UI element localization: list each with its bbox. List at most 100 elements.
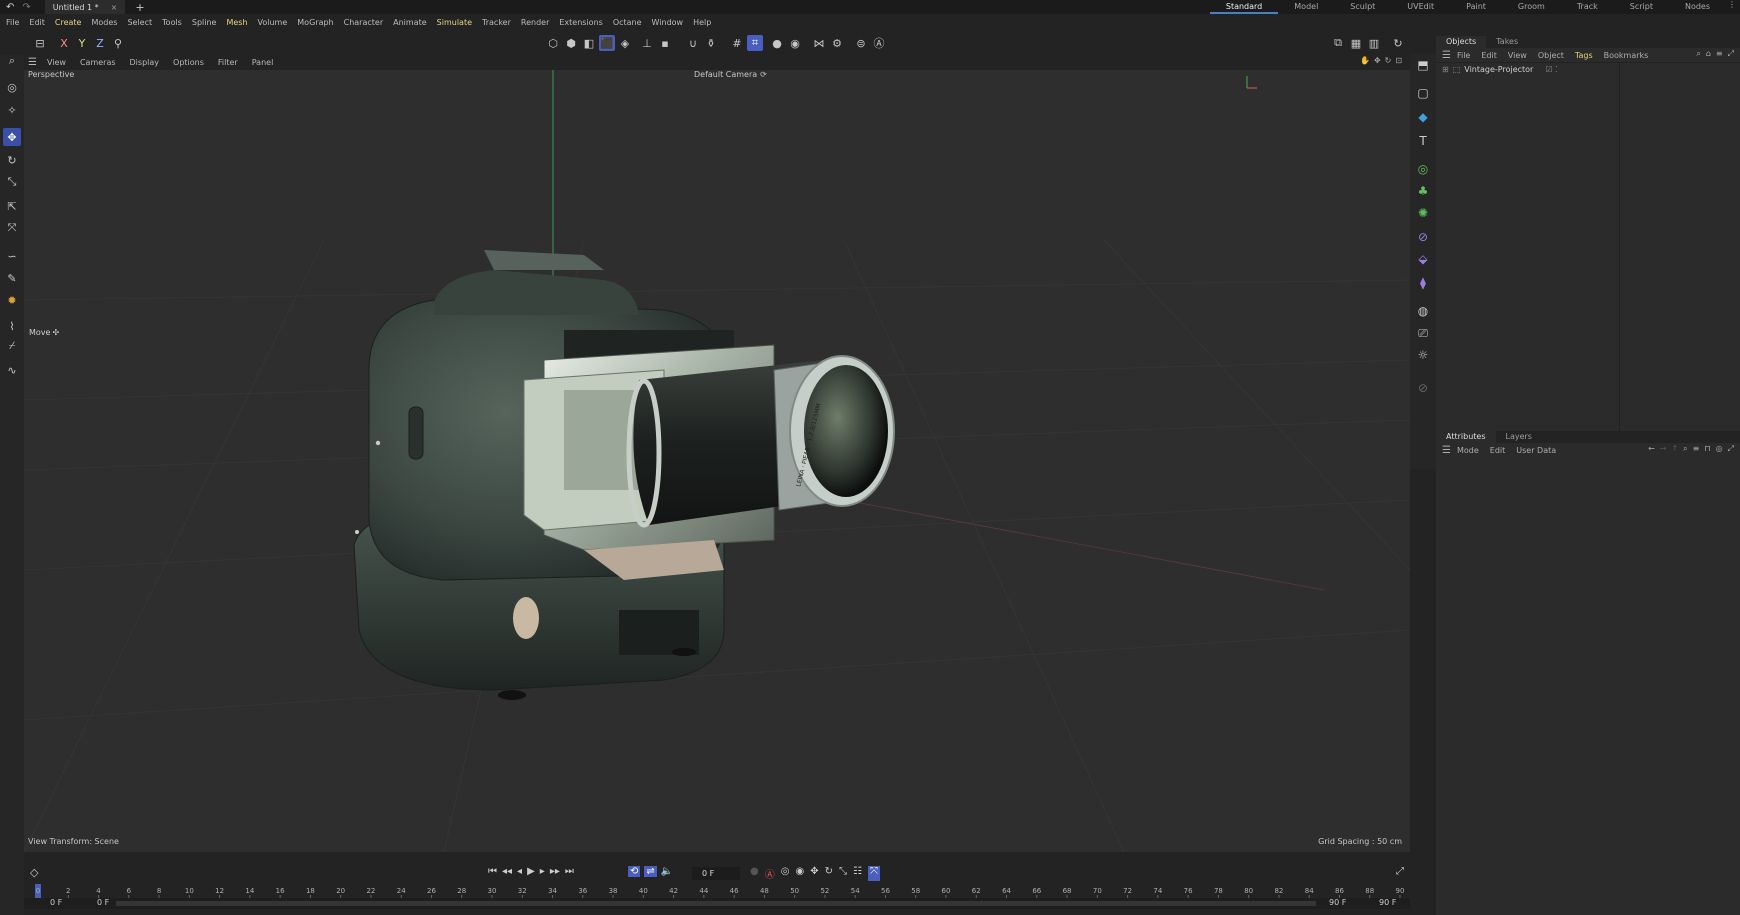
axis-x-button[interactable]: X [56,35,72,51]
menu-volume[interactable]: Volume [258,18,288,27]
menu-extensions[interactable]: Extensions [559,18,602,27]
autokey-icon[interactable]: Ⓐ [765,866,775,881]
menu-modes[interactable]: Modes [91,18,117,27]
filter-icon[interactable]: ≡ [1693,444,1700,454]
ping-pong-icon[interactable]: ⇌ [644,866,657,877]
objects-menu-view[interactable]: View [1508,51,1527,60]
record-keys-icon[interactable]: ◎ [781,866,790,881]
menu-simulate[interactable]: Simulate [437,18,472,27]
tab-layers[interactable]: Layers [1496,431,1542,443]
objects-menu-bookmarks[interactable]: Bookmarks [1604,51,1649,60]
viewport-menu-cameras[interactable]: Cameras [80,58,116,67]
texture-mode-icon[interactable]: ◈ [617,35,633,51]
viewport-menu-view[interactable]: View [47,58,66,67]
attributes-menu-edit[interactable]: Edit [1490,446,1506,455]
environment-icon[interactable]: ◍ [1414,302,1432,320]
attributes-menu-mode[interactable]: Mode [1457,446,1479,455]
transform-tool-icon[interactable]: ⇱ [3,197,21,215]
move-tool-icon[interactable]: ✥ [3,128,21,146]
coordinate-system-icon[interactable]: ⚲ [110,35,126,51]
menu-mograph[interactable]: MoGraph [297,18,333,27]
expand-icon[interactable]: ⤢ [1728,49,1734,59]
workspace-tab-script[interactable]: Script [1614,0,1669,14]
workspace-tab-paint[interactable]: Paint [1450,0,1502,14]
pla-key-icon[interactable]: ⤧ [867,866,880,881]
menu-tools[interactable]: Tools [162,18,182,27]
end-frame-label[interactable]: 90 F [1329,898,1346,907]
workspace-tab-model[interactable]: Model [1278,0,1334,14]
viewport-menu-panel[interactable]: Panel [252,58,274,67]
forward-arrow-icon[interactable]: → [1660,444,1667,454]
menu-render[interactable]: Render [521,18,549,27]
effector-icon[interactable]: ✺ [1414,204,1432,222]
new-window-icon[interactable]: ◎ [1716,444,1723,454]
settings-gear-icon[interactable]: ⚙ [829,35,845,51]
dolly-icon[interactable]: ✥ [1374,56,1381,65]
octane-render-icon[interactable]: Ⓐ [871,35,887,51]
loop-icon[interactable]: ⟲ [628,866,641,877]
reset-icon[interactable]: ↻ [1390,35,1406,51]
go-to-start-icon[interactable]: ⏮ [488,866,497,877]
rotation-key-icon[interactable]: ↻ [825,866,833,881]
subdivision-icon[interactable]: ◎ [1414,160,1432,178]
search-icon[interactable]: ⌕ [3,52,21,70]
workspace-tab-groom[interactable]: Groom [1502,0,1561,14]
magnet-tool-icon[interactable]: ∿ [3,361,21,379]
workplane-icon[interactable]: ▪ [657,35,673,51]
select-icon[interactable]: ◎ [3,78,21,96]
redo-icon[interactable]: ↷ [22,2,30,13]
objects-menu-icon[interactable]: ☰ [1442,50,1451,61]
pen-tool-icon[interactable]: ✎ [3,269,21,287]
magnet-snap-icon[interactable]: ∪ [685,35,701,51]
param-key-icon[interactable]: ☷ [853,866,862,881]
position-key-icon[interactable]: ✥ [810,866,818,881]
add-tab-icon[interactable]: + [135,1,144,14]
render-view-icon[interactable]: ⧉ [1330,35,1346,51]
octane-live-icon[interactable]: ⊜ [853,35,869,51]
cube-primitive-icon[interactable]: ◆ [1414,108,1432,126]
tab-attributes[interactable]: Attributes [1436,431,1496,443]
menu-file[interactable]: File [6,18,19,27]
go-to-end-icon[interactable]: ⏭ [565,866,574,877]
up-arrow-icon[interactable]: ↑ [1671,444,1678,454]
menu-tracker[interactable]: Tracker [482,18,511,27]
timeline-expand-icon[interactable]: ⤢ [1396,866,1404,877]
snap-transform-icon[interactable]: ⤧ [3,219,21,237]
keyframe-icon[interactable]: ◇ [30,866,38,879]
maximize-view-icon[interactable]: ⊡ [1395,56,1402,65]
menu-mesh[interactable]: Mesh [226,18,247,27]
workspace-tab-nodes[interactable]: Nodes [1669,0,1726,14]
expand-icon[interactable]: ⤢ [1728,444,1734,454]
prev-frame-icon[interactable]: ◂ [517,866,522,877]
objects-menu-edit[interactable]: Edit [1481,51,1497,60]
object-manager-icon[interactable]: ⬒ [1414,56,1432,74]
max-frame-label[interactable]: 90 F [1379,898,1396,907]
search-icon[interactable]: ⌕ [1683,444,1687,454]
spline-tool-icon[interactable]: ∽ [3,247,21,265]
scale-tool-icon[interactable]: ⤡ [3,173,21,191]
home-icon[interactable]: ⌂ [1706,49,1711,59]
play-icon[interactable]: ▶ [527,866,535,877]
search-icon[interactable]: ⌕ [1696,49,1700,59]
tab-objects[interactable]: Objects [1436,36,1487,48]
brush-tool-icon[interactable]: ⌇ [3,317,21,335]
points-mode-icon[interactable]: ⬡ [545,35,561,51]
attributes-menu-user-data[interactable]: User Data [1516,446,1556,455]
volume-icon[interactable]: ⧫ [1414,274,1432,292]
viewport-menu-filter[interactable]: Filter [218,58,238,67]
camera-icon[interactable]: ⎚ [1414,324,1432,342]
orbit-icon[interactable]: ↻ [1385,56,1392,65]
workspace-tab-standard[interactable]: Standard [1209,0,1279,14]
key-selection-icon[interactable]: ◉ [795,866,804,881]
current-frame-field[interactable]: 0 F [692,867,740,880]
viewport-3d[interactable]: LEINA · PIEAR · 1:2.8/125MM Perspective … [24,70,1410,852]
paint-tool-icon[interactable]: ✹ [3,291,21,309]
text-spline-icon[interactable]: T [1414,132,1432,150]
min-frame-label[interactable]: 0 F [50,898,62,907]
axis-mode-icon[interactable]: ⊥ [639,35,655,51]
menu-octane[interactable]: Octane [613,18,642,27]
view-name[interactable]: Perspective [28,70,74,79]
sound-icon[interactable]: 🔈 [661,866,673,877]
objects-menu-tags[interactable]: Tags [1575,51,1593,60]
rotate-tool-icon[interactable]: ↻ [3,151,21,169]
